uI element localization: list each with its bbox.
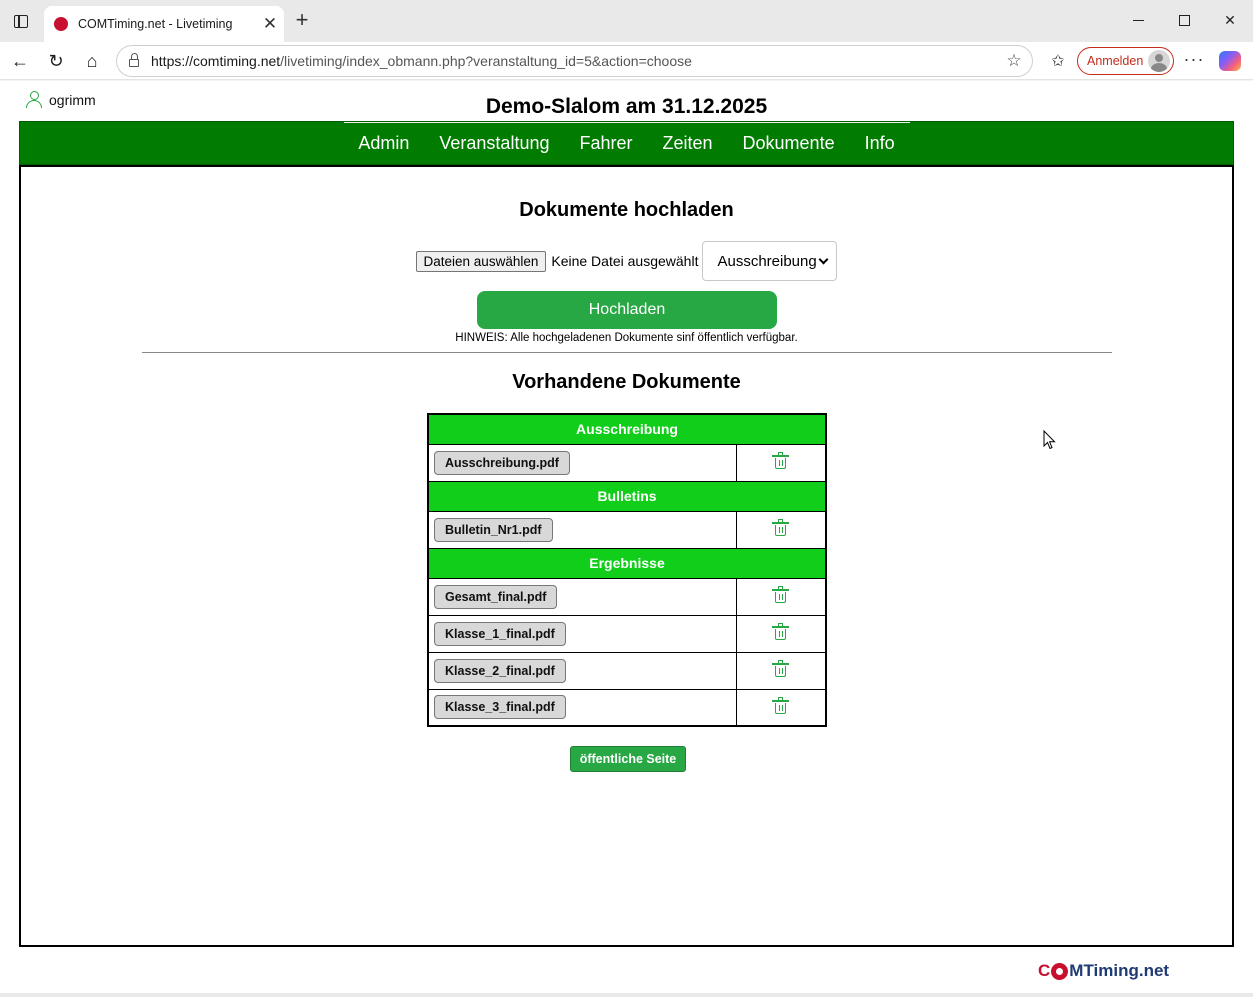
nav-item-dokumente[interactable]: Dokumente xyxy=(743,133,835,154)
nav-item-zeiten[interactable]: Zeiten xyxy=(663,133,713,154)
upload-hint: HINWEIS: Alle hochgeladenen Dokumente si… xyxy=(455,332,798,344)
browser-toolbar: ← ↻ ⌂ https://comtiming.net/livetiming/i… xyxy=(0,42,1253,80)
group-header-ergebnisse: Ergebnisse xyxy=(427,547,827,579)
home-icon[interactable]: ⌂ xyxy=(78,47,106,75)
main-navigation: Admin Veranstaltung Fahrer Zeiten Dokume… xyxy=(19,121,1234,165)
logo-letter-c: C xyxy=(1038,961,1051,980)
file-button-klasse-3-final[interactable]: Klasse_3_final.pdf xyxy=(434,695,566,720)
browser-tab[interactable]: COMTiming.net - Livetiming ✕ xyxy=(44,6,284,42)
copilot-icon[interactable] xyxy=(1219,51,1241,71)
maximize-icon[interactable] xyxy=(1161,0,1207,40)
trash-icon[interactable] xyxy=(772,452,790,469)
favorites-icon[interactable]: ✩ xyxy=(1044,47,1072,75)
chevron-down-icon xyxy=(819,254,829,265)
table-row: Gesamt_final.pdf xyxy=(427,577,827,616)
table-row: Klasse_2_final.pdf xyxy=(427,651,827,690)
documents-heading: Vorhandene Dokumente xyxy=(512,371,741,393)
table-row: Klasse_1_final.pdf xyxy=(427,614,827,653)
category-select[interactable]: Ausschreibung xyxy=(702,241,838,281)
tab-actions-icon[interactable] xyxy=(8,8,34,34)
table-row: Bulletin_Nr1.pdf xyxy=(427,510,827,549)
public-page-button[interactable]: öffentliche Seite xyxy=(570,746,686,772)
upload-heading: Dokumente hochladen xyxy=(519,199,734,221)
favicon-icon xyxy=(54,17,68,31)
lock-icon[interactable] xyxy=(117,53,151,67)
nav-item-admin[interactable]: Admin xyxy=(358,133,409,154)
favorite-star-icon[interactable]: ☆ xyxy=(996,51,1032,71)
table-row: Ausschreibung.pdf xyxy=(427,443,827,482)
logo-circle-icon xyxy=(1051,962,1069,980)
file-button-klasse-2-final[interactable]: Klasse_2_final.pdf xyxy=(434,658,566,683)
minimize-icon[interactable] xyxy=(1115,0,1161,40)
trash-icon[interactable] xyxy=(772,519,790,536)
category-selected-value: Ausschreibung xyxy=(717,252,817,270)
file-button-ausschreibung[interactable]: Ausschreibung.pdf xyxy=(434,450,570,475)
window-bottom-edge xyxy=(0,993,1253,997)
trash-icon[interactable] xyxy=(772,696,790,714)
nav-item-veranstaltung[interactable]: Veranstaltung xyxy=(439,133,549,154)
upload-button[interactable]: Hochladen xyxy=(477,291,777,329)
upload-row: Dateien auswählen Keine Datei ausgewählt… xyxy=(21,241,1232,281)
profile-avatar-icon xyxy=(1148,50,1170,72)
file-status: Keine Datei ausgewählt xyxy=(551,253,699,269)
table-row: Klasse_3_final.pdf xyxy=(427,688,827,727)
documents-table: Ausschreibung Ausschreibung.pdf Bulletin… xyxy=(427,413,827,727)
divider xyxy=(142,352,1112,353)
browser-tab-bar: COMTiming.net - Livetiming ✕ + ✕ xyxy=(0,0,1253,42)
file-button-klasse-1-final[interactable]: Klasse_1_final.pdf xyxy=(434,621,566,646)
url-text[interactable]: https://comtiming.net/livetiming/index_o… xyxy=(151,53,996,69)
trash-icon[interactable] xyxy=(772,623,790,640)
tab-title: COMTiming.net - Livetiming xyxy=(78,17,233,31)
file-button-gesamt-final[interactable]: Gesamt_final.pdf xyxy=(434,584,558,609)
window-controls: ✕ xyxy=(1115,0,1253,40)
logo-text: MTiming.net xyxy=(1069,961,1170,980)
new-tab-icon[interactable]: + xyxy=(290,9,314,33)
file-button-bulletin-nr1[interactable]: Bulletin_Nr1.pdf xyxy=(434,517,553,542)
close-window-icon[interactable]: ✕ xyxy=(1207,0,1253,40)
group-header-bulletins: Bulletins xyxy=(427,480,827,512)
tab-close-icon[interactable]: ✕ xyxy=(256,14,284,34)
content-panel: Dokumente hochladen Dateien auswählen Ke… xyxy=(19,165,1234,947)
back-arrow-icon[interactable]: ← xyxy=(6,47,34,75)
nav-item-info[interactable]: Info xyxy=(865,133,895,154)
group-header-ausschreibung: Ausschreibung xyxy=(427,413,827,445)
nav-item-fahrer[interactable]: Fahrer xyxy=(579,133,632,154)
address-bar[interactable]: https://comtiming.net/livetiming/index_o… xyxy=(116,45,1033,77)
page-viewport: ogrimm Demo-Slalom am 31.12.2025 Admin V… xyxy=(0,81,1253,993)
choose-files-button[interactable]: Dateien auswählen xyxy=(415,250,547,272)
signin-button[interactable]: Anmelden xyxy=(1077,47,1174,75)
reload-icon[interactable]: ↻ xyxy=(42,47,70,75)
signin-label: Anmelden xyxy=(1087,54,1144,68)
comtiming-logo[interactable]: C MTiming.net xyxy=(1038,961,1169,981)
trash-icon[interactable] xyxy=(772,586,790,603)
page-title: Demo-Slalom am 31.12.2025 xyxy=(485,95,768,118)
more-options-icon[interactable]: ··· xyxy=(1180,47,1208,75)
trash-icon[interactable] xyxy=(772,660,790,677)
